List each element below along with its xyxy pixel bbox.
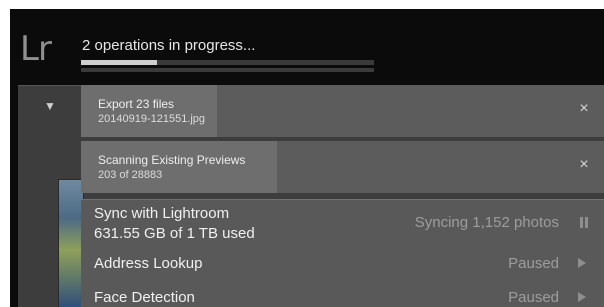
operation-progress-tab bbox=[81, 141, 277, 193]
progress-fill bbox=[81, 60, 158, 65]
operation-row-export: Export 23 files 20140919-121551.jpg × bbox=[81, 85, 604, 137]
activity-progress-bar bbox=[81, 60, 374, 73]
service-name: Face Detection bbox=[94, 289, 195, 306]
play-icon[interactable] bbox=[578, 258, 590, 270]
service-state: Syncing 1,152 photos bbox=[414, 214, 559, 231]
service-state: Paused bbox=[508, 255, 559, 272]
services-list: Sync with Lightroom 631.55 GB of 1 TB us… bbox=[81, 199, 604, 307]
operation-progress-tab bbox=[81, 85, 217, 137]
close-icon[interactable]: × bbox=[577, 101, 591, 117]
operation-title: Export 23 files bbox=[98, 97, 175, 111]
lightroom-window: ▼ Lr 2 operations in progress... Export … bbox=[10, 9, 604, 307]
progress-track-secondary bbox=[81, 68, 374, 72]
service-name: Address Lookup bbox=[94, 255, 203, 272]
operation-row-scanning: Scanning Existing Previews 203 of 28883 … bbox=[81, 141, 604, 193]
service-state: Paused bbox=[508, 289, 559, 306]
pause-icon[interactable] bbox=[578, 217, 590, 229]
activity-center-dropdown: Export 23 files 20140919-121551.jpg × Sc… bbox=[81, 85, 604, 307]
storage-usage-text: 631.55 GB of 1 TB used bbox=[94, 225, 255, 242]
service-row-sync: Sync with Lightroom 631.55 GB of 1 TB us… bbox=[81, 203, 604, 245]
service-name: Sync with Lightroom bbox=[94, 205, 230, 222]
service-row-face-detection: Face Detection Paused bbox=[81, 285, 604, 307]
operation-detail: 20140919-121551.jpg bbox=[98, 113, 206, 125]
collapse-triangle-icon[interactable]: ▼ bbox=[44, 99, 56, 113]
service-row-address-lookup: Address Lookup Paused bbox=[81, 250, 604, 276]
operation-title: Scanning Existing Previews bbox=[98, 153, 246, 167]
play-icon[interactable] bbox=[578, 292, 590, 304]
lightroom-logo: Lr bbox=[20, 29, 52, 69]
activity-status-text[interactable]: 2 operations in progress... bbox=[82, 37, 255, 54]
operation-detail: 203 of 28883 bbox=[98, 169, 163, 181]
close-icon[interactable]: × bbox=[577, 157, 591, 173]
